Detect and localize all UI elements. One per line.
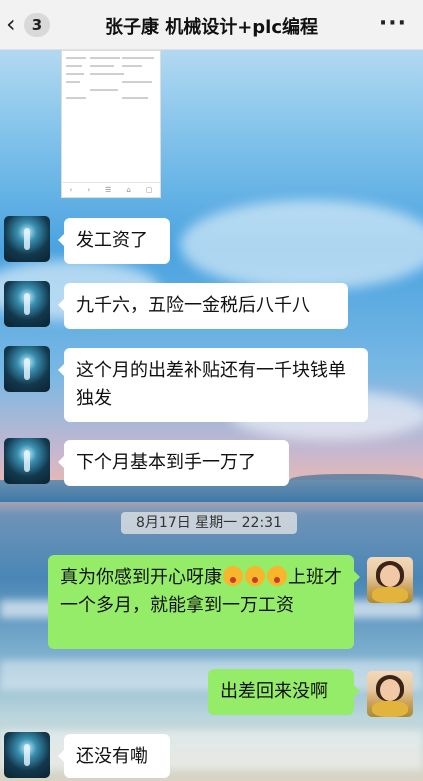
astonished-face-emoji-icon (267, 566, 287, 586)
message-text: 出差回来没啊 (220, 681, 328, 702)
message-text: 发工资了 (76, 230, 148, 251)
contact-avatar[interactable] (4, 216, 50, 262)
thumb-back-icon: ‹ (69, 186, 73, 194)
thumbnail-nav-bar: ‹ › ☰ ⌂ ▢ (62, 182, 160, 197)
my-avatar[interactable] (367, 557, 413, 603)
received-message-bubble[interactable]: 九千六，五险一金税后八千八 (58, 283, 348, 329)
contact-avatar[interactable] (4, 281, 50, 327)
received-message-bubble[interactable]: 下个月基本到手一万了 (58, 440, 289, 486)
astonished-face-emoji-icon (223, 566, 243, 586)
contact-avatar[interactable] (4, 438, 50, 484)
message-text: 还没有嘞 (76, 746, 148, 767)
sent-message-bubble[interactable]: 真为你感到开心呀康 上班才一个多月，就能拿到一万工资 (48, 555, 360, 649)
thumb-forward-icon: › (87, 186, 91, 194)
received-message-bubble[interactable]: 发工资了 (58, 218, 170, 264)
thumb-home-icon: ⌂ (126, 186, 131, 194)
message-timestamp: 8月17日 星期一 22:31 (121, 512, 297, 534)
image-message-thumbnail[interactable]: ‹ › ☰ ⌂ ▢ (61, 50, 161, 198)
thumb-tabs-icon: ▢ (145, 186, 153, 194)
received-message-bubble[interactable]: 这个月的出差补贴还有一千块钱单独发 (58, 348, 368, 422)
more-options-icon[interactable]: ··· (379, 11, 407, 36)
message-text: 真为你感到开心呀康 (60, 567, 222, 588)
chat-title: 张子康 机械设计+plc编程 (104, 17, 319, 38)
astonished-face-emoji-icon (245, 566, 265, 586)
sent-message-bubble[interactable]: 出差回来没啊 (208, 669, 360, 715)
contact-avatar[interactable] (4, 346, 50, 392)
message-text: 九千六，五险一金税后八千八 (76, 295, 310, 316)
cloud-decoration (180, 200, 423, 290)
contact-avatar[interactable] (4, 732, 50, 778)
chat-header: ‹ 3 张子康 机械设计+plc编程 ··· (0, 0, 423, 50)
my-avatar[interactable] (367, 671, 413, 717)
message-text: 下个月基本到手一万了 (76, 452, 256, 473)
message-text: 这个月的出差补贴还有一千块钱单独发 (76, 360, 346, 409)
received-message-bubble[interactable]: 还没有嘞 (58, 734, 170, 778)
thumb-menu-icon: ☰ (105, 186, 112, 194)
